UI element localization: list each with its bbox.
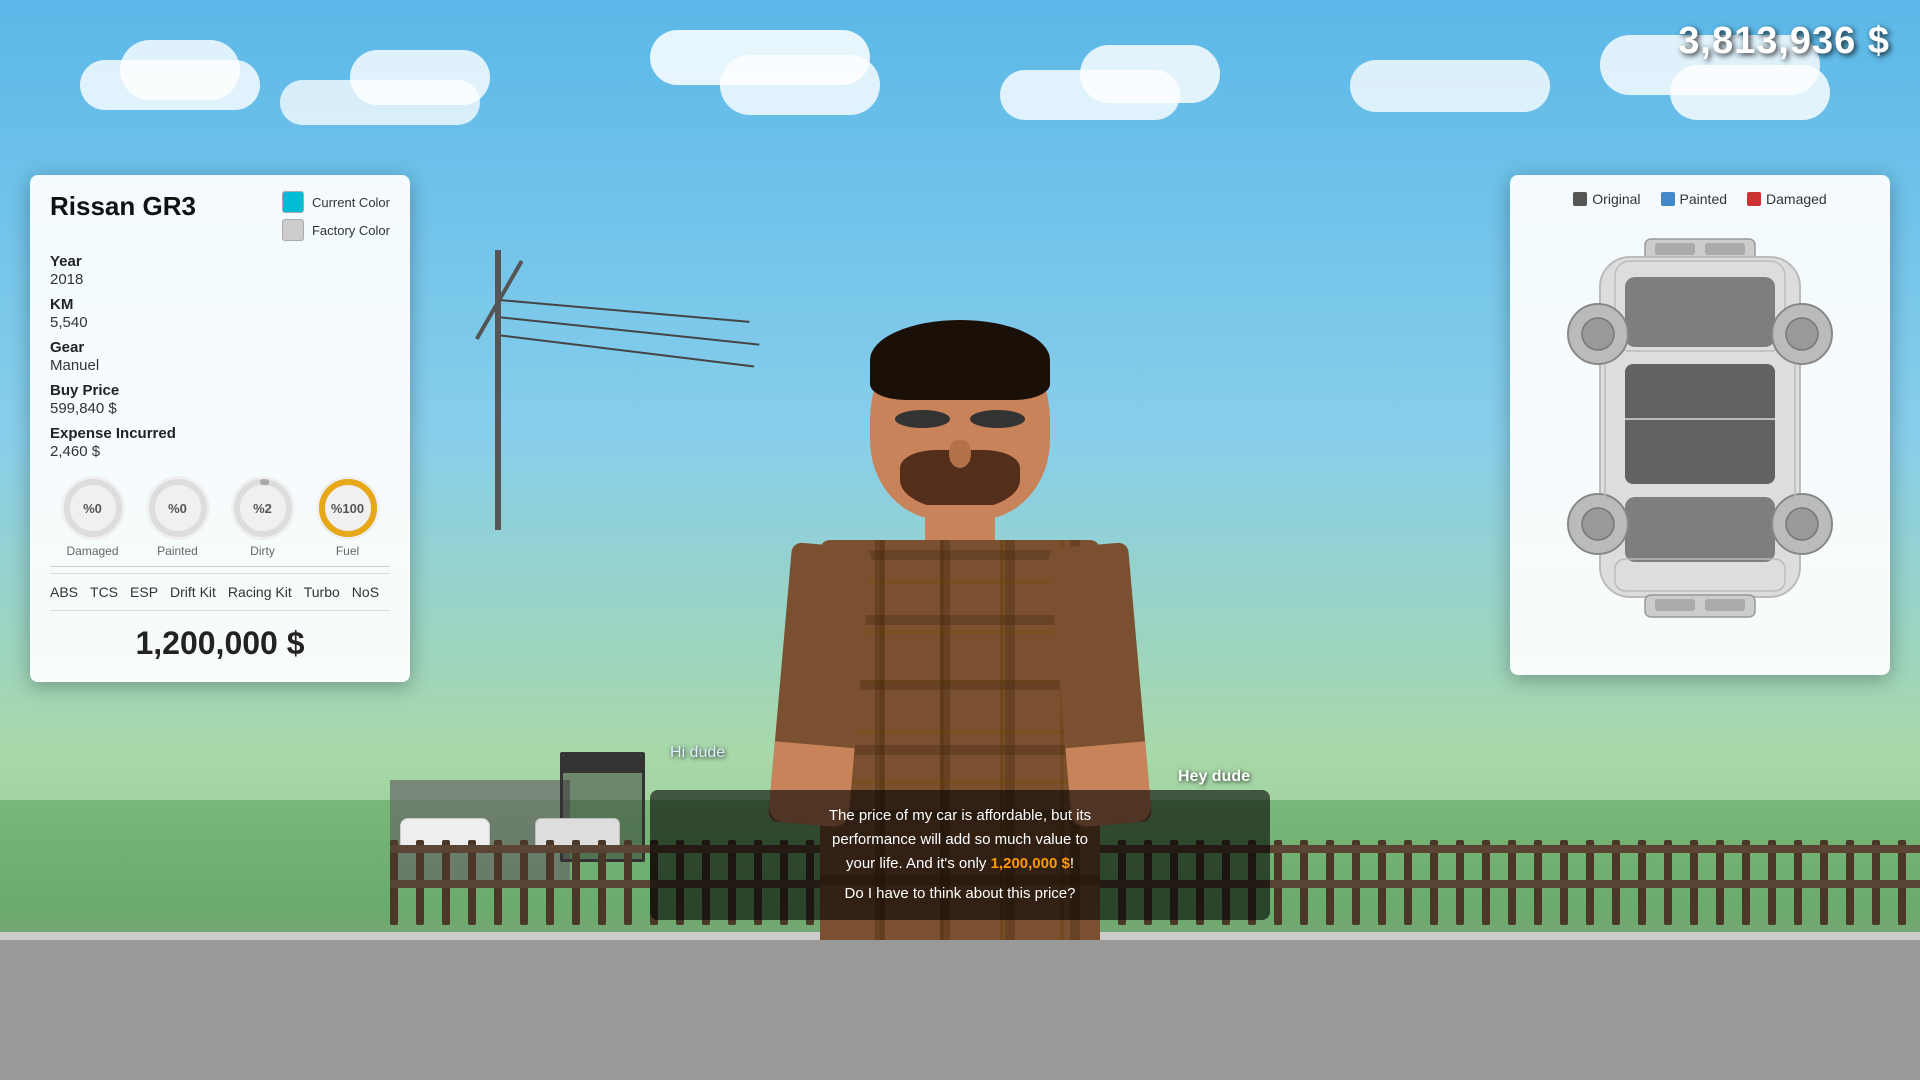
- dialog-area: Hi dude Hey dude The price of my car is …: [650, 744, 1270, 920]
- cloud-11: [1670, 65, 1830, 120]
- character-head: [870, 320, 1050, 520]
- km-row: KM 5,540: [50, 296, 390, 331]
- gauge-text-dirty: %2: [253, 501, 272, 516]
- npc-name: Hey dude: [650, 768, 1270, 786]
- diagram-legend: Original Painted Damaged: [1526, 191, 1874, 207]
- factory-color-indicator: Factory Color: [282, 219, 390, 241]
- dialog-price-highlight: 1,200,000 $: [991, 855, 1070, 872]
- feature-abs: ABS: [50, 584, 78, 600]
- cloud-6: [720, 55, 880, 115]
- current-color-swatch: [282, 191, 304, 213]
- feature-drift-kit: Drift Kit: [170, 584, 216, 600]
- sale-price: 1,200,000 $: [50, 615, 390, 666]
- cloud-2: [120, 40, 240, 100]
- legend-dot-damaged: [1747, 192, 1761, 206]
- car-diagram-svg: [1526, 219, 1874, 659]
- character-hair: [870, 320, 1050, 400]
- year-value: 2018: [50, 271, 390, 288]
- feature-esp: ESP: [130, 584, 158, 600]
- buy-price-label: Buy Price: [50, 382, 390, 399]
- player-dialog-line: Hi dude: [650, 744, 1270, 762]
- legend-original: Original: [1573, 191, 1640, 207]
- car-info-panel: Rissan GR3 Current Color Factory Color Y…: [30, 175, 410, 682]
- legend-painted: Painted: [1661, 191, 1727, 207]
- hud-money: 3,813,936 $: [1678, 20, 1890, 63]
- gauge-damaged: %0 Damaged: [61, 476, 125, 558]
- dialog-line-1: The price of my car is affordable, but i…: [670, 804, 1250, 828]
- legend-dot-painted: [1661, 192, 1675, 206]
- gauge-label-dirty: Dirty: [250, 544, 275, 558]
- gauge-painted: %0 Painted: [146, 476, 210, 558]
- dialog-line-2: performance will add so much value to: [670, 828, 1250, 852]
- buy-price-value: 599,840 $: [50, 400, 390, 417]
- gear-value: Manuel: [50, 357, 390, 374]
- expense-value: 2,460 $: [50, 443, 390, 460]
- gauge-text-fuel: %100: [331, 501, 364, 516]
- car-diagram: [1530, 219, 1870, 659]
- factory-color-swatch: [282, 219, 304, 241]
- car-name: Rissan GR3: [50, 191, 196, 222]
- gauge-label-fuel: Fuel: [336, 544, 359, 558]
- color-indicators: Current Color Factory Color: [282, 191, 390, 241]
- panel-separator: [50, 566, 390, 567]
- cloud-9: [1350, 60, 1550, 112]
- legend-label-painted: Painted: [1680, 191, 1727, 207]
- expense-row: Expense Incurred 2,460 $: [50, 425, 390, 460]
- panel-header: Rissan GR3 Current Color Factory Color: [50, 191, 390, 241]
- gear-row: Gear Manuel: [50, 339, 390, 374]
- car-diagram-panel: Original Painted Damaged: [1510, 175, 1890, 675]
- dialog-line-3: your life. And it's only 1,200,000 $!: [670, 852, 1250, 876]
- gauge-label-damaged: Damaged: [66, 544, 118, 558]
- dialog-bubble: The price of my car is affordable, but i…: [650, 790, 1270, 920]
- gauges-row: %0 Damaged %0 Painted: [50, 476, 390, 558]
- feature-turbo: Turbo: [304, 584, 340, 600]
- current-color-label: Current Color: [312, 195, 390, 210]
- legend-label-original: Original: [1592, 191, 1640, 207]
- gauge-text-painted: %0: [168, 501, 187, 516]
- current-color-indicator: Current Color: [282, 191, 390, 213]
- legend-damaged: Damaged: [1747, 191, 1827, 207]
- shelter-roof: [563, 755, 642, 773]
- gauge-label-painted: Painted: [157, 544, 198, 558]
- year-row: Year 2018: [50, 253, 390, 288]
- gauge-fuel: %100 Fuel: [316, 476, 380, 558]
- gauge-text-damaged: %0: [83, 501, 102, 516]
- legend-dot-original: [1573, 192, 1587, 206]
- feature-nos: NoS: [352, 584, 379, 600]
- character-left-eye: [895, 410, 950, 428]
- factory-color-label: Factory Color: [312, 223, 390, 238]
- dialog-question: Do I have to think about this price?: [670, 882, 1250, 906]
- features-row: ABS TCS ESP Drift Kit Racing Kit Turbo NoS: [50, 573, 390, 611]
- feature-tcs: TCS: [90, 584, 118, 600]
- expense-label: Expense Incurred: [50, 425, 390, 442]
- year-label: Year: [50, 253, 390, 270]
- cloud-8: [1080, 45, 1220, 103]
- cloud-4: [350, 50, 490, 105]
- feature-racing-kit: Racing Kit: [228, 584, 292, 600]
- gear-label: Gear: [50, 339, 390, 356]
- km-value: 5,540: [50, 314, 390, 331]
- character-nose: [949, 440, 971, 468]
- gauge-dirty: %2 Dirty: [231, 476, 295, 558]
- km-label: KM: [50, 296, 390, 313]
- character-right-eye: [970, 410, 1025, 428]
- buy-price-row: Buy Price 599,840 $: [50, 382, 390, 417]
- legend-label-damaged: Damaged: [1766, 191, 1827, 207]
